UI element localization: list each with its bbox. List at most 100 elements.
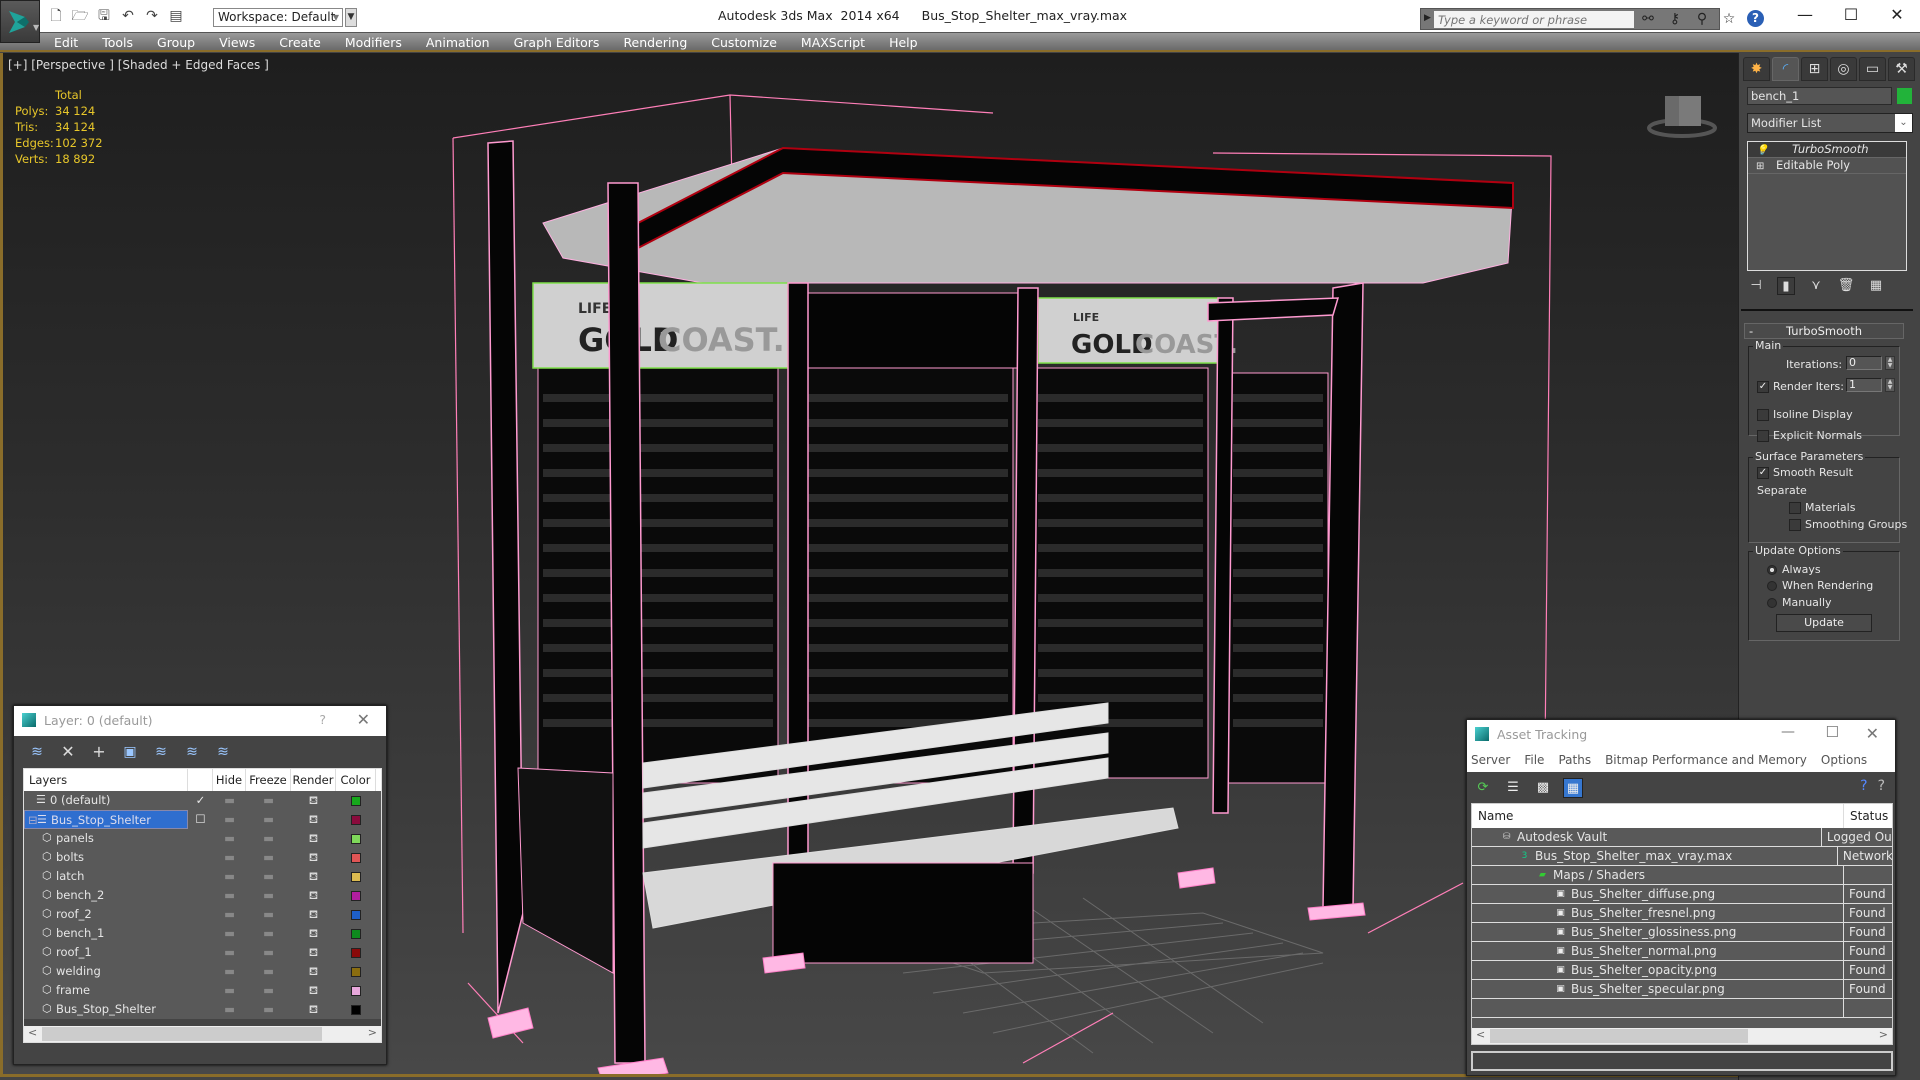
object-color-swatch[interactable]: [1897, 88, 1912, 104]
asset-name-cell[interactable]: ▣ Bus_Shelter_diffuse.png: [1472, 885, 1844, 903]
update-button[interactable]: Update: [1776, 614, 1872, 632]
layer-color-swatch[interactable]: [336, 791, 376, 810]
radio-always[interactable]: [1767, 565, 1777, 575]
scroll-left-icon[interactable]: <: [28, 1026, 37, 1039]
utilities-tab-icon[interactable]: ⚒: [1888, 57, 1915, 81]
render-iters-checkbox[interactable]: ✓: [1757, 381, 1769, 393]
layer-color-swatch[interactable]: [336, 886, 376, 905]
hide-toggle[interactable]: ▬: [213, 924, 246, 943]
menu-group[interactable]: Group: [157, 34, 209, 52]
render-teapot-icon[interactable]: ⛾: [291, 810, 336, 829]
materials-checkbox[interactable]: [1789, 502, 1801, 514]
asset-row[interactable]: ▰ Maps / Shaders: [1472, 866, 1892, 885]
column-hide[interactable]: Hide: [213, 769, 246, 791]
layer-name-cell[interactable]: ⬡ bench_2: [24, 886, 188, 905]
layer-row[interactable]: ⬡ Bus_Stop_Shelter ▬ ▬ ⛾: [24, 1000, 381, 1019]
create-tab-icon[interactable]: ✸: [1743, 57, 1770, 81]
show-end-result-icon[interactable]: ▮: [1777, 277, 1795, 295]
layer-row[interactable]: ⬡ roof_2 ▬ ▬ ⛾: [24, 905, 381, 924]
hide-toggle[interactable]: ▬: [213, 905, 246, 924]
layer-color-swatch[interactable]: [336, 924, 376, 943]
layer-name-cell[interactable]: ⬡ welding: [24, 962, 188, 981]
menu-views[interactable]: Views: [219, 34, 269, 52]
make-unique-icon[interactable]: ⋎: [1807, 277, 1825, 295]
radio-manually[interactable]: [1767, 598, 1777, 608]
save-icon[interactable]: 🖫: [95, 8, 113, 25]
hide-toggle[interactable]: ▬: [213, 829, 246, 848]
layer-color-swatch[interactable]: [336, 905, 376, 924]
layer-color-swatch[interactable]: [336, 867, 376, 886]
layer-name-cell[interactable]: ⊟ ☰ Bus_Stop_Shelter: [24, 810, 188, 829]
help-icon[interactable]: ?: [1878, 778, 1885, 794]
asset-row[interactable]: ▣ Bus_Shelter_fresnel.png Found: [1472, 904, 1892, 923]
asset-row[interactable]: ▣ Bus_Shelter_specular.png Found: [1472, 980, 1892, 999]
column-status[interactable]: Status: [1844, 804, 1888, 828]
hide-toggle[interactable]: ▬: [213, 810, 246, 829]
menu-bitmap-performance[interactable]: Bitmap Performance and Memory: [1605, 750, 1807, 772]
isoline-display-checkbox[interactable]: [1757, 409, 1769, 421]
refresh-icon[interactable]: ⟳: [1473, 778, 1493, 798]
hide-toggle[interactable]: ▬: [213, 981, 246, 1000]
iterations-spinner[interactable]: 0: [1846, 356, 1882, 370]
online-help-icon[interactable]: ?: [1860, 778, 1867, 794]
undo-icon[interactable]: ↶: [119, 8, 137, 25]
asset-name-cell[interactable]: ▣ Bus_Shelter_specular.png: [1472, 980, 1844, 998]
layer-name-cell[interactable]: ⬡ frame: [24, 981, 188, 1000]
layer-name-cell[interactable]: ⬡ roof_2: [24, 905, 188, 924]
render-teapot-icon[interactable]: ⛾: [291, 905, 336, 924]
key-icon[interactable]: ⚷: [1666, 10, 1684, 28]
column-current[interactable]: [188, 769, 213, 791]
menu-options[interactable]: Options: [1821, 750, 1867, 772]
redo-icon[interactable]: ↷: [143, 8, 161, 25]
menu-rendering[interactable]: Rendering: [623, 34, 701, 52]
freeze-toggle[interactable]: ▬: [246, 924, 291, 943]
table-view-icon[interactable]: ▦: [1563, 778, 1583, 798]
layer-name-cell[interactable]: ⬡ Bus_Stop_Shelter: [24, 1000, 188, 1019]
freeze-toggle[interactable]: ▬: [246, 829, 291, 848]
highlight-layer-icon[interactable]: ≋: [181, 742, 203, 762]
delete-layer-icon[interactable]: ✕: [57, 742, 79, 762]
current-layer-toggle[interactable]: [188, 905, 213, 924]
asset-name-cell[interactable]: ▣ Bus_Shelter_glossiness.png: [1472, 923, 1844, 941]
close-button[interactable]: ✕: [1874, 0, 1920, 32]
layer-row[interactable]: ⬡ roof_1 ▬ ▬ ⛾: [24, 943, 381, 962]
stack-item-turbosmooth[interactable]: 💡 TurboSmooth: [1748, 142, 1906, 158]
satellite-icon[interactable]: ⚲: [1693, 10, 1711, 28]
freeze-toggle[interactable]: ▬: [246, 810, 291, 829]
current-layer-toggle[interactable]: ☐: [188, 810, 213, 829]
create-layer-icon[interactable]: ≋: [26, 742, 48, 762]
column-color[interactable]: Color: [336, 769, 376, 791]
display-tab-icon[interactable]: ▭: [1859, 57, 1886, 81]
menu-help[interactable]: Help: [889, 34, 932, 52]
current-layer-toggle[interactable]: [188, 848, 213, 867]
list-view-icon[interactable]: ☰: [1503, 778, 1523, 798]
freeze-toggle[interactable]: ▬: [246, 905, 291, 924]
customize-toolbar-button[interactable]: ▼: [345, 8, 357, 27]
layer-row[interactable]: ⬡ latch ▬ ▬ ⛾: [24, 867, 381, 886]
hide-toggle[interactable]: ▬: [213, 848, 246, 867]
asset-name-cell[interactable]: ▣ Bus_Shelter_fresnel.png: [1472, 904, 1844, 922]
freeze-toggle[interactable]: ▬: [246, 886, 291, 905]
render-teapot-icon[interactable]: ⛾: [291, 848, 336, 867]
column-render[interactable]: Render: [291, 769, 336, 791]
star-icon[interactable]: ☆: [1720, 10, 1738, 28]
render-teapot-icon[interactable]: ⛾: [291, 981, 336, 1000]
hide-freeze-all-icon[interactable]: ≋: [212, 742, 234, 762]
layer-color-swatch[interactable]: [336, 981, 376, 1000]
layer-name-cell[interactable]: ⬡ panels: [24, 829, 188, 848]
radio-when-rendering[interactable]: [1767, 581, 1777, 591]
new-file-icon[interactable]: 🗋: [47, 8, 65, 25]
render-teapot-icon[interactable]: ⛾: [291, 924, 336, 943]
thumbnail-view-icon[interactable]: ▩: [1533, 778, 1553, 798]
layer-row[interactable]: ☰ 0 (default) ✓ ▬ ▬ ⛾: [24, 791, 381, 810]
workspace-dropdown[interactable]: Workspace: Default ▼: [213, 8, 343, 27]
freeze-toggle[interactable]: ▬: [246, 848, 291, 867]
keyword-search-input[interactable]: [1434, 11, 1634, 28]
render-teapot-icon[interactable]: ⛾: [291, 867, 336, 886]
explicit-normals-checkbox[interactable]: [1757, 430, 1769, 442]
asset-row[interactable]: 3 Bus_Stop_Shelter_max_vray.max Network: [1472, 847, 1892, 866]
configure-modifier-sets-icon[interactable]: ▦: [1867, 277, 1885, 295]
menu-graph-editors[interactable]: Graph Editors: [514, 34, 614, 52]
lightbulb-icon[interactable]: 💡: [1756, 143, 1768, 158]
current-layer-toggle[interactable]: [188, 886, 213, 905]
